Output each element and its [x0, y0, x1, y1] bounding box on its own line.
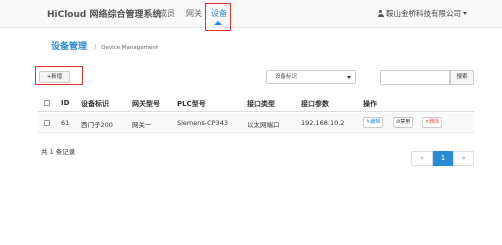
row-checkbox[interactable]: [44, 120, 50, 126]
column-header-plc-model: PLC型号: [177, 100, 206, 108]
user-icon: [377, 10, 384, 17]
cell-device-id-link[interactable]: 西门子200: [81, 119, 113, 129]
title-separator: /: [94, 44, 97, 51]
pagination-prev[interactable]: «: [411, 151, 433, 166]
edit-label: 编辑: [370, 119, 381, 125]
cell-plc-model: Siemens-CP343: [177, 119, 228, 127]
page-title: 设备管理 / Device Management: [51, 34, 158, 53]
cell-interface-type: 以太网端口: [247, 121, 280, 129]
delete-button[interactable]: ✕删除: [422, 117, 443, 128]
cell-id: 61: [61, 119, 70, 127]
app-brand[interactable]: HiCloud 网络综合管理系统: [47, 7, 161, 20]
table-row: 61 西门子200 网关一 Siemens-CP343 以太网端口 192.16…: [38, 113, 474, 133]
column-header-gateway-model: 网关型号: [132, 100, 160, 108]
column-header-interface-type: 接口类型: [247, 100, 275, 108]
edit-button[interactable]: ✎编辑: [363, 117, 384, 128]
disable-button[interactable]: ⊘禁用: [393, 117, 414, 128]
cell-gateway-model: 网关一: [132, 121, 152, 129]
column-header-id: ID: [61, 99, 70, 107]
disable-label: 禁用: [400, 119, 411, 125]
delete-label: 删除: [429, 119, 440, 125]
nav-gateways[interactable]: 网关: [186, 8, 202, 19]
pagination-next[interactable]: »: [453, 151, 474, 166]
search-button[interactable]: 搜索: [450, 70, 474, 85]
filter-select[interactable]: 设备标识: [266, 70, 356, 84]
user-company: 鞍山金桥科技有限公司: [386, 9, 461, 18]
pagination-page-current[interactable]: 1: [433, 151, 453, 166]
chevron-down-icon: [463, 12, 467, 15]
chevron-down-icon: [347, 76, 351, 79]
table-header: ID 设备标识 网关型号 PLC型号 接口类型 接口参数 操作: [38, 95, 474, 112]
nav-members[interactable]: 成员: [159, 8, 175, 19]
top-navbar: HiCloud 网络综合管理系统 成员 网关 设备 鞍山金桥科技有限公司: [0, 0, 502, 28]
select-all-checkbox[interactable]: [44, 100, 50, 106]
column-header-actions: 操作: [363, 100, 377, 108]
total-records: 共 1 条记录: [41, 148, 76, 156]
nav-devices-highlight: [205, 3, 231, 31]
filter-select-value: 设备标识: [275, 74, 298, 80]
page-subtitle: Device Management: [101, 45, 159, 51]
user-menu[interactable]: 鞍山金桥科技有限公司: [377, 8, 467, 19]
column-header-interface-params: 接口参数: [301, 100, 329, 108]
cell-interface-params: 192.168.10.2: [301, 119, 345, 127]
add-device-button[interactable]: +新增: [39, 71, 70, 83]
page-title-main: 设备管理: [51, 42, 88, 52]
search-input[interactable]: [380, 70, 450, 85]
column-header-device-id: 设备标识: [81, 100, 109, 108]
